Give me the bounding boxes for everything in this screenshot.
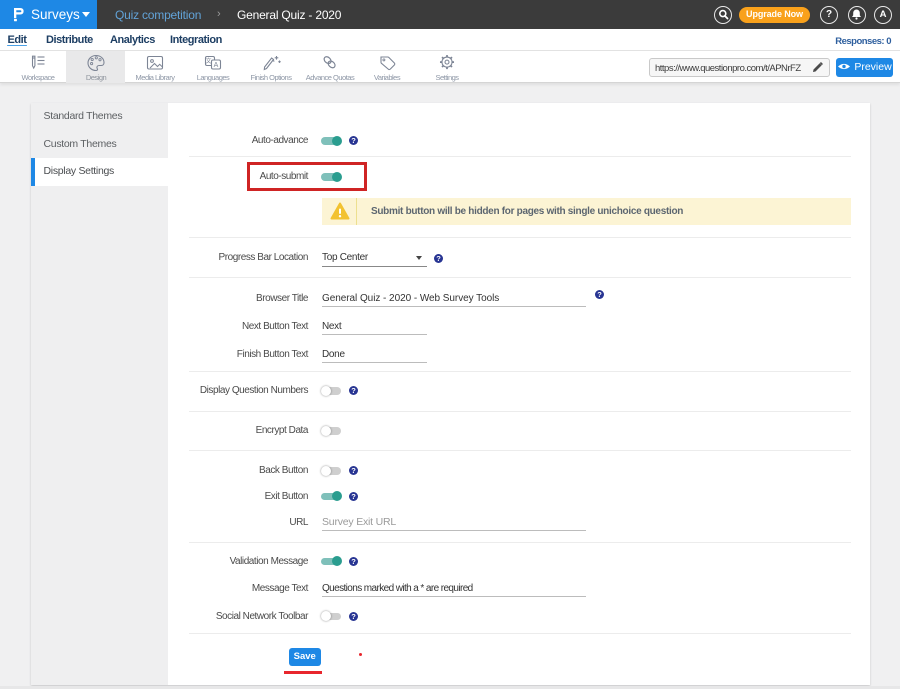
svg-text:文: 文 (205, 57, 211, 65)
svg-text:A: A (214, 62, 219, 69)
